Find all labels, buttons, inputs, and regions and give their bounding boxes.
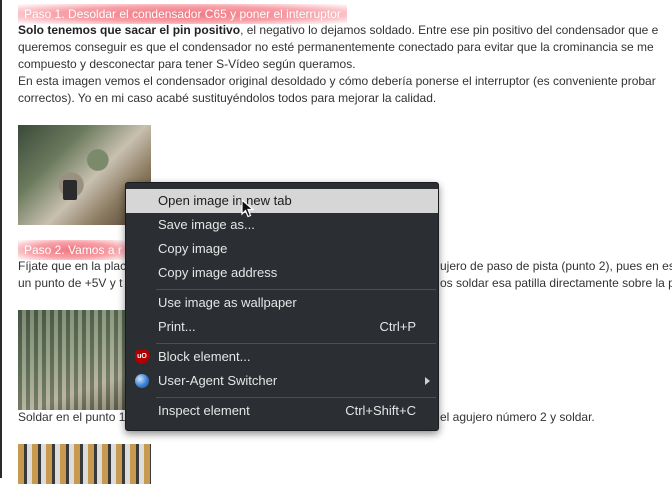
step1-heading: Paso 1. Desoldar el condensador C65 y po… bbox=[18, 4, 347, 24]
paragraph-1-rest: , el negativo lo dejamos soldado. Entre … bbox=[240, 23, 659, 37]
paragraph-4-right: el agujero número 2 y soldar. bbox=[440, 410, 595, 424]
menu-label: Inspect element bbox=[158, 403, 250, 418]
menu-separator bbox=[156, 343, 436, 344]
menu-label: Block element... bbox=[158, 349, 251, 364]
paragraph-2-line1: En esta imagen vemos el condensador orig… bbox=[18, 74, 656, 88]
paragraph-2-line2: correctos). Yo en mi caso acabé sustituy… bbox=[18, 91, 437, 105]
paragraph-1-line2: queremos conseguir es que el condensador… bbox=[18, 40, 654, 54]
menu-copy-image[interactable]: Copy image bbox=[126, 237, 438, 261]
ublock-shield-icon: uO bbox=[135, 350, 149, 364]
menu-inspect-element[interactable]: Inspect element Ctrl+Shift+C bbox=[126, 399, 438, 423]
paragraph-1-line3: compuesto y desconectar para tener S-Víd… bbox=[18, 57, 356, 71]
menu-label: User-Agent Switcher bbox=[158, 373, 278, 388]
menu-separator bbox=[156, 397, 436, 398]
resistors-photo[interactable] bbox=[18, 444, 151, 484]
left-border bbox=[0, 0, 2, 478]
menu-label: Use image as wallpaper bbox=[158, 295, 297, 310]
mouse-cursor-icon bbox=[241, 199, 255, 218]
paragraph-3-line1-right: ujero de paso de pista (punto 2), pues e… bbox=[440, 259, 672, 273]
menu-shortcut: Ctrl+P bbox=[379, 319, 416, 334]
paragraph-1-bold: Solo tenemos que sacar el pin positivo bbox=[18, 23, 241, 37]
menu-save-image-as[interactable]: Save image as... bbox=[126, 213, 438, 237]
menu-copy-image-address[interactable]: Copy image address bbox=[126, 261, 438, 285]
menu-user-agent-switcher[interactable]: User-Agent Switcher bbox=[126, 369, 438, 393]
menu-label: Open image in new tab bbox=[158, 193, 292, 208]
globe-icon bbox=[135, 374, 149, 388]
menu-separator bbox=[156, 289, 436, 290]
paragraph-3-line2-right: os soldar esa patilla directamente sobre… bbox=[440, 276, 672, 290]
menu-print[interactable]: Print... Ctrl+P bbox=[126, 315, 438, 339]
menu-open-image-new-tab[interactable]: Open image in new tab bbox=[126, 189, 438, 213]
chevron-right-icon bbox=[425, 377, 430, 385]
menu-shortcut: Ctrl+Shift+C bbox=[345, 403, 416, 418]
context-menu: Open image in new tab Save image as... C… bbox=[125, 182, 439, 431]
paragraph-1: Solo tenemos que sacar el pin positivo, … bbox=[18, 22, 672, 39]
step2-heading: Paso 2. Vamos a r bbox=[18, 240, 128, 260]
menu-block-element[interactable]: uO Block element... bbox=[126, 345, 438, 369]
menu-label: Copy image bbox=[158, 241, 228, 256]
menu-use-as-wallpaper[interactable]: Use image as wallpaper bbox=[126, 291, 438, 315]
menu-label: Print... bbox=[158, 319, 196, 334]
menu-label: Copy image address bbox=[158, 265, 278, 280]
